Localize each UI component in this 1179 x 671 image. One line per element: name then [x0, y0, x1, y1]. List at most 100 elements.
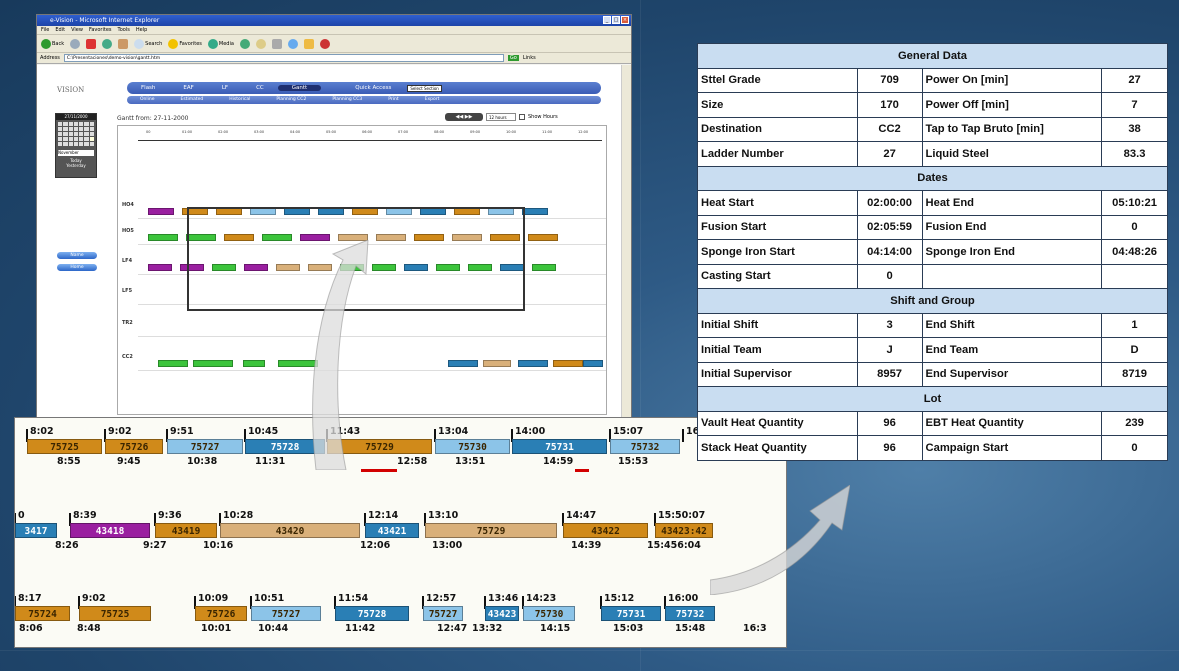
subtab-online[interactable]: Online [127, 96, 168, 104]
calendar-day[interactable] [73, 142, 79, 146]
tab-flash[interactable]: Flash [127, 85, 169, 91]
zoom-heat-bar[interactable]: 43423 [485, 606, 519, 621]
zoom-heat-bar[interactable]: 43420 [220, 523, 360, 538]
zoom-heat-bar[interactable]: 43418 [70, 523, 150, 538]
zoom-heat-bar[interactable]: 75726 [195, 606, 247, 621]
calendar-day[interactable] [84, 127, 89, 131]
media-button[interactable]: Media [207, 38, 234, 49]
calendar-day[interactable] [63, 127, 68, 131]
calendar-day[interactable] [63, 122, 68, 126]
calendar-day[interactable] [89, 137, 94, 141]
calendar-day[interactable] [84, 142, 89, 146]
back-button[interactable]: Back [41, 38, 64, 49]
zoom-heat-bar[interactable]: 75725 [27, 439, 102, 454]
zoom-heat-bar[interactable]: 75727 [251, 606, 321, 621]
calendar-day[interactable] [58, 122, 63, 126]
calendar-widget[interactable]: 27/11/2000 November Today Yesterday [55, 113, 97, 178]
minimize-icon[interactable]: _ [603, 16, 611, 24]
gantt-bar[interactable] [583, 360, 603, 367]
search-button[interactable]: Search [134, 38, 162, 49]
links-label[interactable]: Links [523, 55, 536, 61]
calendar-day[interactable] [84, 132, 89, 136]
zoom-heat-bar[interactable]: 43421 [365, 523, 419, 538]
close-icon[interactable]: × [621, 16, 629, 24]
zoom-heat-bar[interactable]: 75730 [523, 606, 575, 621]
calendar-day[interactable] [79, 137, 84, 141]
calendar-day[interactable] [63, 132, 68, 136]
mail-icon[interactable] [255, 38, 266, 49]
calendar-day[interactable] [79, 122, 84, 126]
zoom-heat-bar[interactable]: 75727 [167, 439, 243, 454]
calendar-day[interactable] [73, 132, 79, 136]
menu-help[interactable]: Help [136, 26, 147, 34]
calendar-month-select[interactable]: November [58, 150, 94, 156]
menu-view[interactable]: View [71, 26, 83, 34]
gantt-bar[interactable] [528, 234, 558, 241]
zoom-heat-bar[interactable]: 43419 [155, 523, 217, 538]
history-icon[interactable] [239, 38, 250, 49]
calendar-day[interactable] [79, 142, 84, 146]
show-hours-checkbox[interactable] [519, 114, 525, 120]
calendar-day[interactable] [89, 132, 94, 136]
gantt-bar[interactable] [158, 360, 188, 367]
hours-select[interactable]: 12 hours [486, 113, 516, 121]
subtab-planning-cc3[interactable]: Planning CC3 [319, 96, 375, 104]
zoom-heat-bar[interactable]: 75729 [425, 523, 557, 538]
calendar-day[interactable] [79, 127, 84, 131]
menu-tools[interactable]: Tools [118, 26, 130, 34]
subtab-estimated[interactable]: Estimated [168, 96, 217, 104]
calendar-grid[interactable] [56, 120, 96, 148]
zoom-heat-bar[interactable]: 75724 [15, 606, 70, 621]
print-icon[interactable] [271, 38, 282, 49]
name-button[interactable]: Name [57, 252, 97, 259]
calendar-day[interactable] [79, 132, 84, 136]
calendar-day[interactable] [84, 122, 89, 126]
folder-icon[interactable] [303, 38, 314, 49]
calendar-day[interactable] [89, 122, 94, 126]
calendar-day[interactable] [73, 137, 79, 141]
refresh-icon[interactable] [102, 38, 113, 49]
gantt-bar[interactable] [522, 208, 548, 215]
menu-favorites[interactable]: Favorites [89, 26, 112, 34]
gantt-bar[interactable] [148, 264, 172, 271]
messenger-icon[interactable] [319, 38, 330, 49]
calendar-day[interactable] [89, 142, 94, 146]
tab-gantt[interactable]: Gantt [277, 85, 322, 91]
calendar-day[interactable] [68, 137, 73, 141]
maximize-icon[interactable]: □ [612, 16, 620, 24]
zoom-heat-bar[interactable]: 75731 [512, 439, 607, 454]
address-input[interactable]: C:\Presentaciones\demo-vision\gantt.htm [63, 54, 504, 62]
gantt-bar[interactable] [243, 360, 265, 367]
subtab-print[interactable]: Print [375, 96, 411, 104]
tab-lf[interactable]: LF [208, 85, 242, 91]
calendar-day[interactable] [58, 137, 63, 141]
favorites-button[interactable]: Favorites [168, 38, 202, 49]
zoom-heat-bar[interactable]: 75728 [335, 606, 409, 621]
zoom-heat-bar[interactable]: 43422 [563, 523, 648, 538]
zoom-heat-bar[interactable]: 75725 [79, 606, 151, 621]
subtab-planning-cc2[interactable]: Planning CC2 [263, 96, 319, 104]
zoom-heat-bar[interactable]: 75732 [610, 439, 680, 454]
gantt-bar[interactable] [553, 360, 583, 367]
gantt-prev-next-button[interactable]: ◀◀ ▶▶ [445, 113, 483, 121]
calendar-day[interactable] [68, 132, 73, 136]
vertical-scrollbar[interactable] [621, 65, 631, 423]
gantt-bar[interactable] [483, 360, 511, 367]
calendar-day[interactable] [58, 142, 63, 146]
gantt-bar[interactable] [148, 234, 178, 241]
calendar-day[interactable] [68, 122, 73, 126]
calendar-day[interactable] [73, 122, 79, 126]
tab-cc[interactable]: CC [242, 85, 278, 91]
home-icon[interactable] [118, 38, 129, 49]
calendar-day[interactable] [63, 142, 68, 146]
zoom-heat-bar[interactable]: 75732 [665, 606, 715, 621]
zoom-heat-bar[interactable]: 75727 [423, 606, 463, 621]
calendar-day[interactable] [63, 137, 68, 141]
gantt-bar[interactable] [448, 360, 478, 367]
subtab-historical[interactable]: Historical [216, 96, 263, 104]
calendar-yesterday[interactable]: Yesterday [56, 163, 96, 168]
zoom-heat-bar[interactable]: 43423:42 [655, 523, 713, 538]
gantt-bar[interactable] [193, 360, 233, 367]
zoom-heat-bar[interactable]: 75726 [105, 439, 163, 454]
subtab-export[interactable]: Export [412, 96, 453, 104]
